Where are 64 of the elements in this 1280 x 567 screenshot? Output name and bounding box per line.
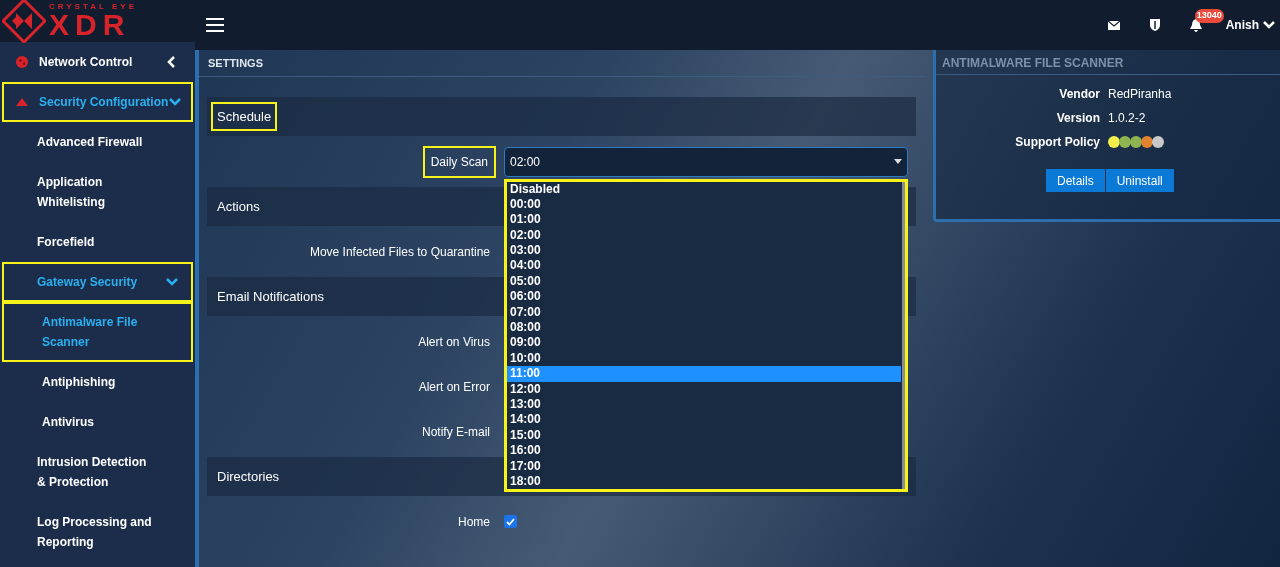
sidebar-item[interactable]: Gateway Security (2, 262, 193, 302)
field-label: Version (1055, 110, 1101, 127)
sidebar-item[interactable]: Antiphishing (2, 362, 193, 402)
dropdown-option[interactable]: 12:00 (507, 381, 901, 397)
dropdown-option[interactable]: 16:00 (507, 443, 901, 459)
dropdown-option[interactable]: 17:00 (507, 458, 901, 474)
dropdown-option[interactable]: 18:00 (507, 473, 901, 490)
dropdown-option[interactable]: 08:00 (507, 320, 901, 336)
section-title: Email Notifications (216, 287, 325, 306)
sidebar-item[interactable]: Log Processing and Reporting (2, 502, 193, 562)
field-label: Notify E-mail (421, 423, 491, 441)
field-label: Home (457, 513, 491, 531)
menu-icon[interactable] (206, 17, 224, 33)
dropdown-option[interactable]: 13:00 (507, 396, 901, 413)
logo-title: XDR (49, 11, 131, 39)
section-title: Actions (216, 197, 261, 216)
field-label: Alert on Error (417, 378, 491, 396)
dropdown-option[interactable]: Disabled (507, 181, 901, 197)
section-title: Directories (216, 467, 281, 486)
sidebar-item[interactable]: Security Configuration (2, 82, 193, 122)
sidebar-item[interactable]: Antivirus (2, 402, 193, 442)
dropdown-option[interactable]: 07:00 (507, 304, 901, 320)
time-select[interactable]: 02:00 (504, 146, 908, 177)
field-label: Support Policy (1014, 134, 1101, 151)
field-label: Daily Scan (422, 145, 496, 178)
dropdown-option[interactable]: 14:00 (507, 412, 901, 428)
caret-down-icon (894, 159, 902, 164)
dropdown-option[interactable]: 03:00 (507, 243, 901, 259)
checkmark-icon (506, 517, 515, 526)
field-label: Move Infected Files to Quarantine (308, 243, 491, 261)
field-label: Vendor (1058, 86, 1101, 103)
action-button[interactable]: Details (1046, 169, 1105, 192)
dropdown-option[interactable]: 00:00 (507, 196, 901, 213)
dropdown-option[interactable]: 09:00 (507, 335, 901, 351)
diamond-logo-icon (2, 0, 46, 43)
mail-icon[interactable] (1107, 20, 1120, 30)
globe-icon (16, 56, 28, 68)
field-label: Alert on Virus (417, 333, 491, 351)
dropdown-option[interactable]: 10:00 (507, 350, 901, 367)
checkbox[interactable] (504, 515, 517, 528)
sidebar-item[interactable]: Antimalware File Scanner (2, 302, 193, 362)
settings-heading: SETTINGS (208, 57, 263, 69)
notification-badge: 13040 (1194, 9, 1224, 23)
sidebar-item[interactable]: Application Whitelisting (2, 162, 193, 222)
sidebar-item[interactable]: Advanced Firewall (2, 122, 193, 162)
shield-icon[interactable] (1149, 19, 1160, 31)
sidebar-item[interactable]: Intrusion Detection & Protection (2, 442, 193, 502)
panel-title: ANTIMALWARE FILE SCANNER (942, 56, 1124, 70)
sidebar-item[interactable]: Forcefield (2, 222, 193, 262)
dropdown-option[interactable]: 01:00 (507, 212, 901, 228)
action-button[interactable]: Uninstall (1105, 169, 1174, 192)
logo-subtitle: CRYSTAL EYE (49, 3, 137, 11)
dropdown-option[interactable]: 05:00 (507, 273, 901, 290)
scrollbar[interactable] (902, 181, 905, 490)
dropdown-option[interactable]: 02:00 (507, 227, 901, 244)
dropdown-option[interactable]: 15:00 (507, 427, 901, 444)
sidebar-item[interactable]: Network Control (2, 42, 193, 82)
section-title: Schedule (211, 101, 278, 132)
dropdown-option[interactable]: 06:00 (507, 289, 901, 305)
user-menu[interactable]: Anish (1225, 16, 1276, 34)
triangle-icon (16, 98, 28, 106)
dropdown-option[interactable]: 04:00 (507, 258, 901, 274)
field-value: RedPiranha (1108, 86, 1172, 103)
field-value: 1.0.2-2 (1108, 110, 1146, 127)
